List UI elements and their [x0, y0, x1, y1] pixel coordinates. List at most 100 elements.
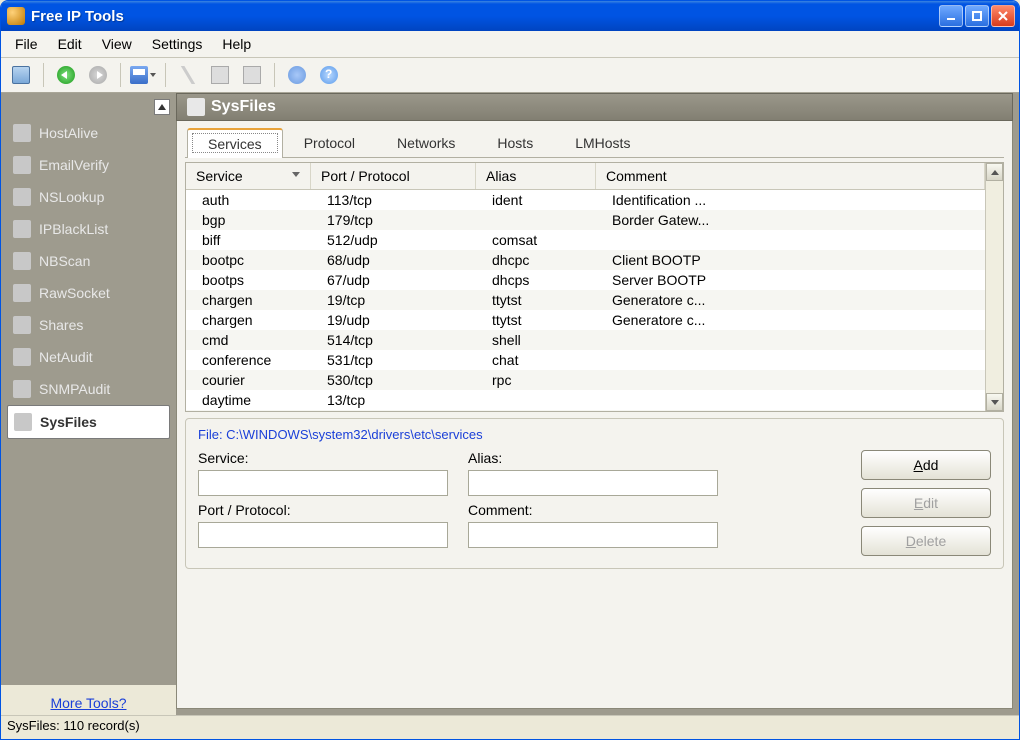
menu-settings[interactable]: Settings — [144, 34, 211, 54]
panel-title: SysFiles — [211, 98, 276, 116]
toolbar-monitor-icon[interactable] — [7, 62, 35, 88]
table-row[interactable]: cmd514/tcpshell — [186, 330, 985, 350]
sidebar-item-ipblacklist[interactable]: IPBlackList — [7, 213, 170, 245]
sidebar-item-icon — [13, 348, 31, 366]
tab-protocol[interactable]: Protocol — [283, 128, 376, 158]
cell-service: cmd — [186, 330, 311, 350]
tab-networks[interactable]: Networks — [376, 128, 476, 158]
column-alias[interactable]: Alias — [476, 163, 596, 189]
services-table: Service Port / Protocol Alias Comment au… — [185, 162, 1004, 412]
sidebar-item-label: HostAlive — [39, 125, 98, 141]
sidebar-item-sysfiles[interactable]: SysFiles — [7, 405, 170, 439]
tab-services[interactable]: Services — [187, 128, 283, 158]
sidebar-item-netaudit[interactable]: NetAudit — [7, 341, 170, 373]
toolbar-copy-button[interactable] — [206, 62, 234, 88]
cell-alias: chat — [476, 350, 596, 370]
toolbar-save-button[interactable] — [129, 62, 157, 88]
tab-hosts[interactable]: Hosts — [476, 128, 554, 158]
maximize-button[interactable] — [965, 5, 989, 27]
cell-port: 531/tcp — [311, 350, 476, 370]
cell-service: bgp — [186, 210, 311, 230]
cell-comment: Border Gatew... — [596, 210, 771, 230]
sidebar-item-icon — [13, 188, 31, 206]
cell-port: 13/udp — [311, 410, 476, 411]
alias-input[interactable] — [468, 470, 718, 496]
sidebar-item-nbscan[interactable]: NBScan — [7, 245, 170, 277]
toolbar-forward-button[interactable] — [84, 62, 112, 88]
tabs: ServicesProtocolNetworksHostsLMHosts — [185, 127, 1004, 158]
table-row[interactable]: daytime13/udp — [186, 410, 985, 411]
table-row[interactable]: auth113/tcpidentIdentification ... — [186, 190, 985, 210]
cell-alias: shell — [476, 330, 596, 350]
table-row[interactable]: daytime13/tcp — [186, 390, 985, 410]
service-input[interactable] — [198, 470, 448, 496]
sidebar-item-icon — [13, 284, 31, 302]
table-header: Service Port / Protocol Alias Comment — [186, 163, 985, 190]
cell-alias — [476, 210, 596, 230]
table-row[interactable]: bootps67/udpdhcpsServer BOOTP — [186, 270, 985, 290]
toolbar-back-button[interactable] — [52, 62, 80, 88]
scroll-down-button[interactable] — [986, 393, 1003, 411]
table-row[interactable]: biff512/udpcomsat — [186, 230, 985, 250]
sidebar-item-hostalive[interactable]: HostAlive — [7, 117, 170, 149]
file-path-label: File: C:\WINDOWS\system32\drivers\etc\se… — [198, 427, 991, 442]
sidebar-item-rawsocket[interactable]: RawSocket — [7, 277, 170, 309]
sidebar-item-snmpaudit[interactable]: SNMPAudit — [7, 373, 170, 405]
toolbar-settings-icon[interactable] — [283, 62, 311, 88]
toolbar-help-icon[interactable] — [315, 62, 343, 88]
menu-file[interactable]: File — [7, 34, 46, 54]
minimize-button[interactable] — [939, 5, 963, 27]
cell-service: auth — [186, 190, 311, 210]
cell-comment — [596, 370, 771, 390]
delete-button[interactable]: Delete — [861, 526, 991, 556]
menu-help[interactable]: Help — [214, 34, 259, 54]
sidebar-item-shares[interactable]: Shares — [7, 309, 170, 341]
cell-alias — [476, 390, 596, 410]
more-tools-link[interactable]: More Tools? — [1, 685, 176, 715]
table-row[interactable]: chargen19/tcpttytstGeneratore c... — [186, 290, 985, 310]
comment-input[interactable] — [468, 522, 718, 548]
cell-port: 67/udp — [311, 270, 476, 290]
toolbar-cut-button[interactable] — [174, 62, 202, 88]
column-port[interactable]: Port / Protocol — [311, 163, 476, 189]
sidebar-item-emailverify[interactable]: EmailVerify — [7, 149, 170, 181]
cell-service: chargen — [186, 290, 311, 310]
titlebar: Free IP Tools — [1, 1, 1019, 31]
table-row[interactable]: conference531/tcpchat — [186, 350, 985, 370]
cell-port: 19/udp — [311, 310, 476, 330]
cell-service: biff — [186, 230, 311, 250]
table-row[interactable]: courier530/tcprpc — [186, 370, 985, 390]
scroll-up-button[interactable] — [986, 163, 1003, 181]
edit-form: File: C:\WINDOWS\system32\drivers\etc\se… — [185, 418, 1004, 569]
table-row[interactable]: bootpc68/udpdhcpcClient BOOTP — [186, 250, 985, 270]
table-scrollbar[interactable] — [985, 163, 1003, 411]
scroll-track[interactable] — [986, 181, 1003, 393]
table-row[interactable]: chargen19/udpttytstGeneratore c... — [186, 310, 985, 330]
toolbar-separator — [274, 63, 275, 87]
toolbar-paste-button[interactable] — [238, 62, 266, 88]
toolbar-separator — [43, 63, 44, 87]
sidebar-item-nslookup[interactable]: NSLookup — [7, 181, 170, 213]
panel-header: SysFiles — [176, 93, 1013, 121]
tab-lmhosts[interactable]: LMHosts — [554, 128, 651, 158]
sidebar-scroll-up-button[interactable] — [154, 99, 170, 115]
add-button[interactable]: Add — [861, 450, 991, 480]
table-row[interactable]: bgp179/tcpBorder Gatew... — [186, 210, 985, 230]
port-input[interactable] — [198, 522, 448, 548]
content-panel: SysFiles ServicesProtocolNetworksHostsLM… — [176, 93, 1019, 715]
cell-comment — [596, 410, 771, 411]
menubar: File Edit View Settings Help — [1, 31, 1019, 58]
window-controls — [939, 5, 1015, 27]
edit-button[interactable]: Edit — [861, 488, 991, 518]
cell-comment: Server BOOTP — [596, 270, 771, 290]
cell-alias: ttytst — [476, 310, 596, 330]
menu-edit[interactable]: Edit — [50, 34, 90, 54]
main-area: HostAliveEmailVerifyNSLookupIPBlackListN… — [1, 93, 1019, 715]
cell-port: 113/tcp — [311, 190, 476, 210]
column-comment[interactable]: Comment — [596, 163, 985, 189]
column-service[interactable]: Service — [186, 163, 311, 189]
close-button[interactable] — [991, 5, 1015, 27]
menu-view[interactable]: View — [94, 34, 140, 54]
cell-service: daytime — [186, 390, 311, 410]
sidebar-item-icon — [13, 220, 31, 238]
